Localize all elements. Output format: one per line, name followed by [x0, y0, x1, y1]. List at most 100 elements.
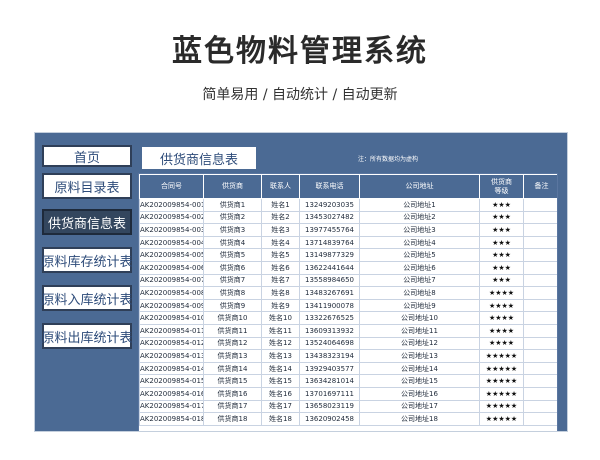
address-cell[interactable]: 公司地址18 — [359, 412, 480, 426]
remarks-cell[interactable] — [523, 273, 557, 288]
address-cell[interactable]: 公司地址9 — [359, 298, 480, 313]
supplier-cell[interactable]: 供货商12 — [203, 336, 262, 351]
contact-cell[interactable]: 姓名5 — [261, 248, 300, 262]
address-cell[interactable]: 公司地址11 — [359, 323, 480, 338]
contract-no-cell[interactable]: AK202009854-002 — [139, 210, 204, 225]
remarks-cell[interactable] — [523, 399, 557, 414]
contract-no-cell[interactable]: AK202009854-007 — [139, 273, 204, 288]
table-row[interactable]: AK202009854-016 供货商16 姓名16 13701697111 公司地址1… — [139, 386, 557, 401]
phone-cell[interactable]: 13411900078 — [299, 298, 360, 313]
phone-cell[interactable]: 13249203035 — [299, 198, 360, 212]
rating-cell[interactable]: ★★★ — [479, 198, 524, 212]
supplier-cell[interactable]: 供货商8 — [203, 286, 262, 300]
contact-cell[interactable]: 姓名7 — [261, 273, 300, 288]
contact-cell[interactable]: 姓名15 — [261, 374, 300, 388]
phone-cell[interactable]: 13622441644 — [299, 260, 360, 275]
rating-cell[interactable]: ★★★★ — [479, 336, 524, 351]
supplier-cell[interactable]: 供货商13 — [203, 349, 262, 363]
contract-no-cell[interactable]: AK202009854-011 — [139, 323, 204, 338]
contract-no-cell[interactable]: AK202009854-005 — [139, 248, 204, 262]
rating-cell[interactable]: ★★★★★ — [479, 349, 524, 363]
supplier-cell[interactable]: 供货商16 — [203, 386, 262, 401]
table-row[interactable]: AK202009854-010 供货商10 姓名10 13322676525 公司地址1… — [139, 311, 557, 325]
contact-cell[interactable]: 姓名4 — [261, 235, 300, 250]
remarks-cell[interactable] — [523, 374, 557, 388]
table-row[interactable]: AK202009854-013 供货商13 姓名13 13438323194 公司地址1… — [139, 349, 557, 363]
phone-cell[interactable]: 13483267691 — [299, 286, 360, 300]
contract-no-cell[interactable]: AK202009854-010 — [139, 311, 204, 325]
sidebar-item-material-catalog[interactable]: 原料目录表 — [42, 173, 132, 199]
contract-no-cell[interactable]: AK202009854-013 — [139, 349, 204, 363]
supplier-cell[interactable]: 供货商10 — [203, 311, 262, 325]
contract-no-cell[interactable]: AK202009854-006 — [139, 260, 204, 275]
column-header-phone[interactable]: 联系电话 — [299, 174, 360, 199]
address-cell[interactable]: 公司地址13 — [359, 349, 480, 363]
phone-cell[interactable]: 13609313932 — [299, 323, 360, 338]
sidebar-item-inventory-stats[interactable]: 原料库存统计表 — [42, 247, 133, 273]
address-cell[interactable]: 公司地址6 — [359, 260, 480, 275]
remarks-cell[interactable] — [523, 198, 557, 212]
sidebar-item-supplier-info[interactable]: 供货商信息表 — [42, 209, 132, 235]
supplier-cell[interactable]: 供货商7 — [203, 273, 262, 288]
contact-cell[interactable]: 姓名3 — [261, 223, 300, 237]
supplier-cell[interactable]: 供货商2 — [203, 210, 262, 225]
address-cell[interactable]: 公司地址8 — [359, 286, 480, 300]
contact-cell[interactable]: 姓名6 — [261, 260, 300, 275]
contact-cell[interactable]: 姓名2 — [261, 210, 300, 225]
table-row[interactable]: AK202009854-006 供货商6 姓名6 13622441644 公司地址6 ★★… — [139, 260, 557, 275]
contact-cell[interactable]: 姓名14 — [261, 361, 300, 376]
contract-no-cell[interactable]: AK202009854-014 — [139, 361, 204, 376]
address-cell[interactable]: 公司地址4 — [359, 235, 480, 250]
sidebar-item-home[interactable]: 首页 — [42, 145, 132, 167]
rating-cell[interactable]: ★★★★ — [479, 311, 524, 325]
sidebar-item-outbound-stats[interactable]: 原料出库统计表 — [42, 323, 133, 349]
phone-cell[interactable]: 13322676525 — [299, 311, 360, 325]
phone-cell[interactable]: 13634281014 — [299, 374, 360, 388]
rating-cell[interactable]: ★★★ — [479, 248, 524, 262]
column-header-level[interactable]: 供货商 等级 — [479, 174, 524, 199]
supplier-cell[interactable]: 供货商14 — [203, 361, 262, 376]
supplier-cell[interactable]: 供货商15 — [203, 374, 262, 388]
contact-cell[interactable]: 姓名17 — [261, 399, 300, 414]
contact-cell[interactable]: 姓名9 — [261, 298, 300, 313]
phone-cell[interactable]: 13620902458 — [299, 412, 360, 426]
address-cell[interactable]: 公司地址3 — [359, 223, 480, 237]
phone-cell[interactable]: 13524064698 — [299, 336, 360, 351]
supplier-cell[interactable]: 供货商17 — [203, 399, 262, 414]
table-row[interactable]: AK202009854-012 供货商12 姓名12 13524064698 公司地址1… — [139, 336, 557, 351]
phone-cell[interactable]: 13929403577 — [299, 361, 360, 376]
table-row[interactable]: AK202009854-014 供货商14 姓名14 13929403577 公司地址1… — [139, 361, 557, 376]
table-row[interactable]: AK202009854-017 供货商17 姓名17 13658023119 公司地址1… — [139, 399, 557, 414]
contract-no-cell[interactable]: AK202009854-018 — [139, 412, 204, 426]
rating-cell[interactable]: ★★★ — [479, 260, 524, 275]
table-row[interactable]: AK202009854-001 供货商1 姓名1 13249203035 公司地址1 ★★… — [139, 198, 557, 212]
supplier-cell[interactable]: 供货商4 — [203, 235, 262, 250]
address-cell[interactable]: 公司地址17 — [359, 399, 480, 414]
table-row[interactable]: AK202009854-005 供货商5 姓名5 13149877329 公司地址5 ★★… — [139, 248, 557, 262]
remarks-cell[interactable] — [523, 223, 557, 237]
contact-cell[interactable]: 姓名16 — [261, 386, 300, 401]
address-cell[interactable]: 公司地址1 — [359, 198, 480, 212]
rating-cell[interactable]: ★★★★★ — [479, 386, 524, 401]
contract-no-cell[interactable]: AK202009854-016 — [139, 386, 204, 401]
address-cell[interactable]: 公司地址5 — [359, 248, 480, 262]
table-row[interactable]: AK202009854-007 供货商7 姓名7 13558984650 公司地址7 ★★… — [139, 273, 557, 288]
remarks-cell[interactable] — [523, 361, 557, 376]
phone-cell[interactable]: 13701697111 — [299, 386, 360, 401]
contract-no-cell[interactable]: AK202009854-003 — [139, 223, 204, 237]
table-row[interactable]: AK202009854-002 供货商2 姓名2 13453027482 公司地址2 ★★… — [139, 210, 557, 225]
address-cell[interactable]: 公司地址7 — [359, 273, 480, 288]
address-cell[interactable]: 公司地址14 — [359, 361, 480, 376]
phone-cell[interactable]: 13977455764 — [299, 223, 360, 237]
rating-cell[interactable]: ★★★★★ — [479, 412, 524, 426]
phone-cell[interactable]: 13658023119 — [299, 399, 360, 414]
contract-no-cell[interactable]: AK202009854-001 — [139, 198, 204, 212]
phone-cell[interactable]: 13149877329 — [299, 248, 360, 262]
address-cell[interactable]: 公司地址10 — [359, 311, 480, 325]
contract-no-cell[interactable]: AK202009854-009 — [139, 298, 204, 313]
remarks-cell[interactable] — [523, 386, 557, 401]
table-row[interactable]: AK202009854-008 供货商8 姓名8 13483267691 公司地址8 ★★… — [139, 286, 557, 300]
table-row[interactable]: AK202009854-011 供货商11 姓名11 13609313932 公司地址1… — [139, 323, 557, 338]
rating-cell[interactable]: ★★★★ — [479, 323, 524, 338]
contact-cell[interactable]: 姓名11 — [261, 323, 300, 338]
